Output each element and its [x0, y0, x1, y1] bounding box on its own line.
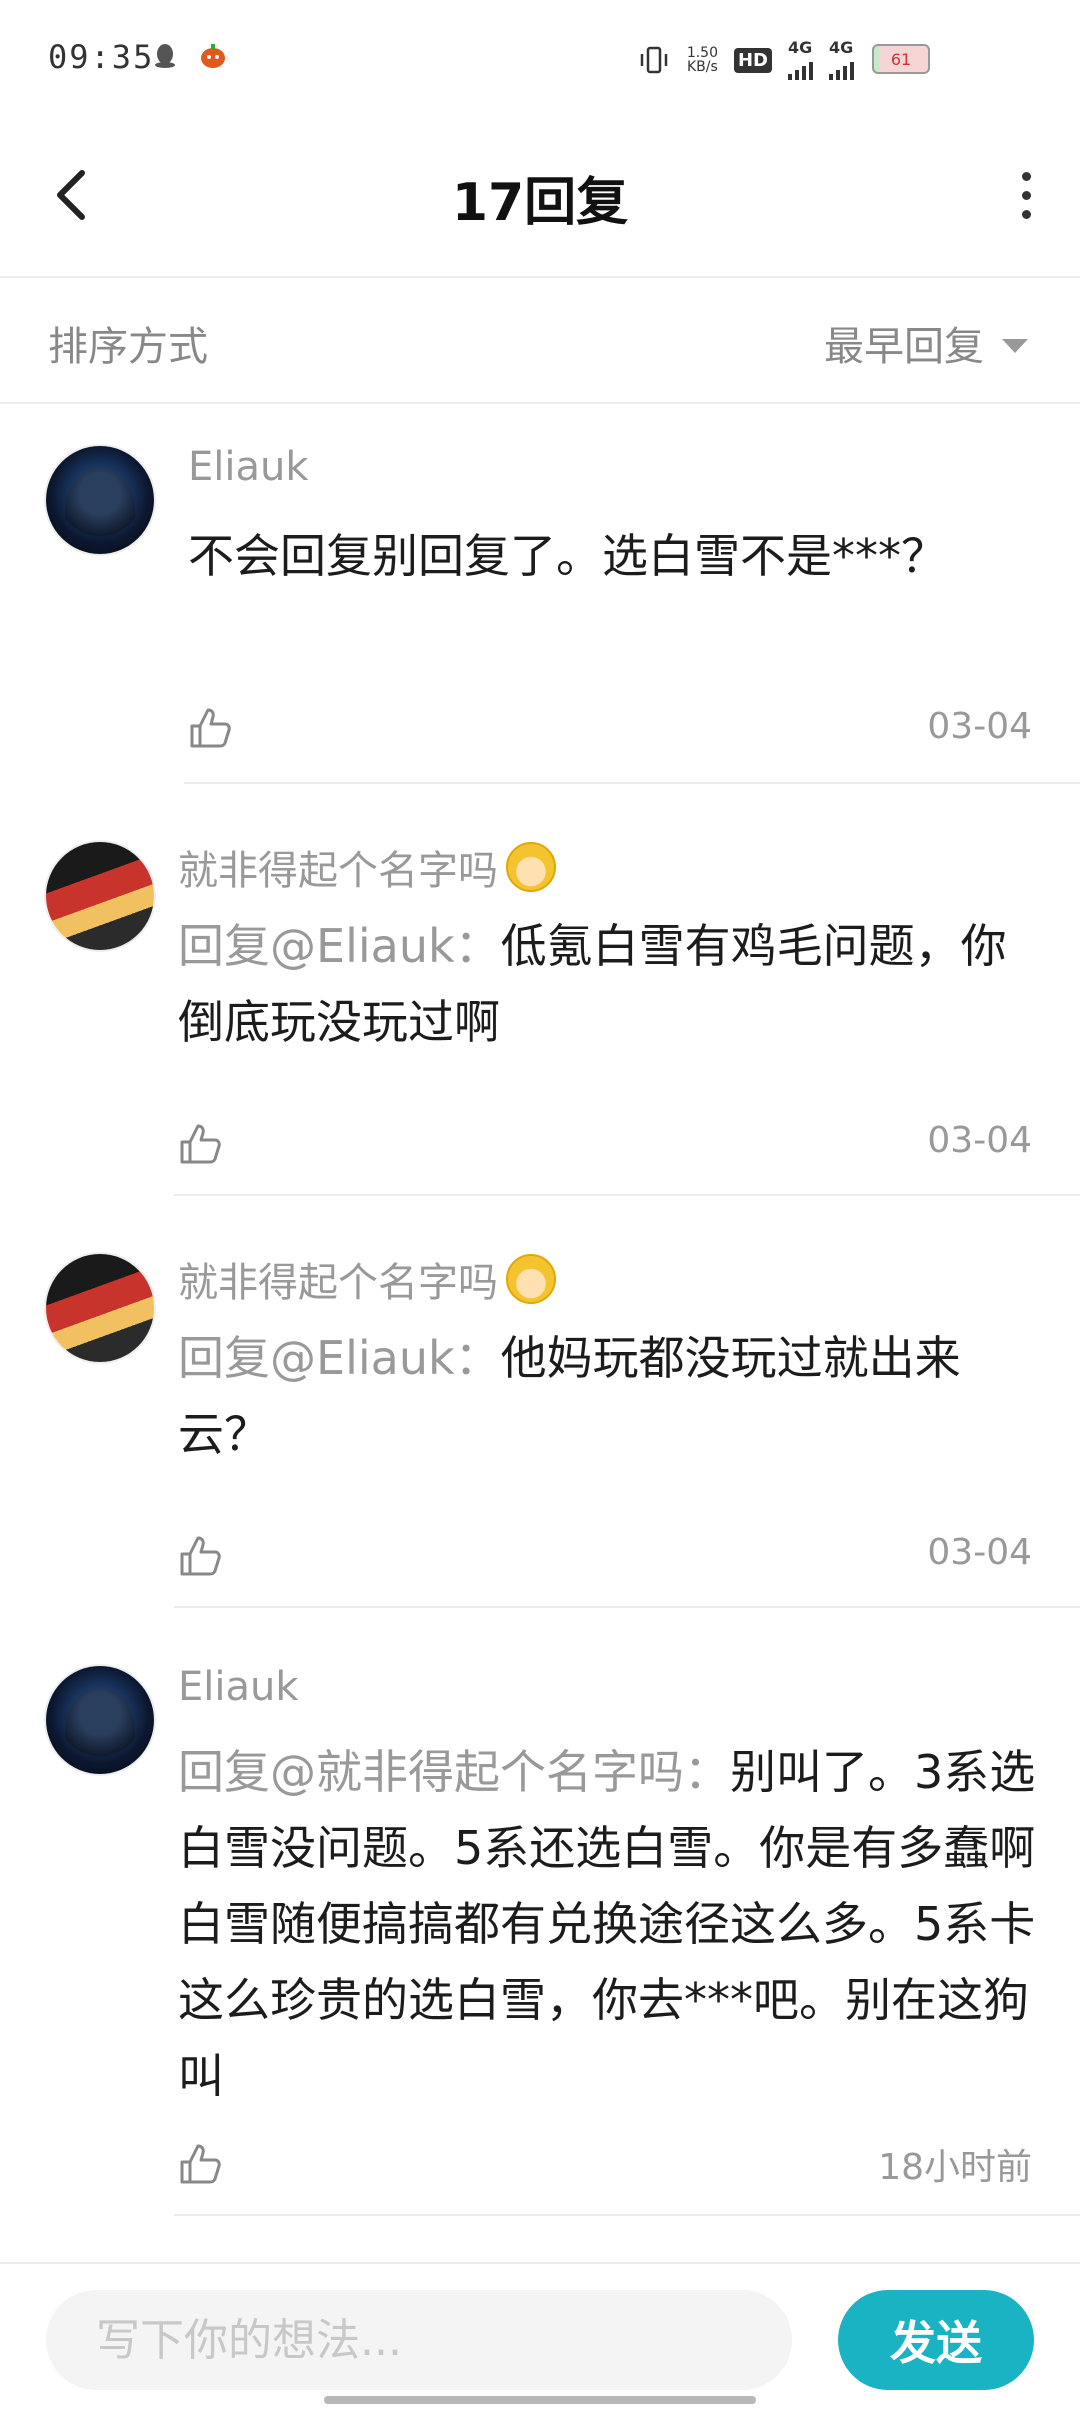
divider	[174, 2214, 1080, 2216]
signal-2: 4G	[829, 40, 854, 80]
thumbs-up-icon[interactable]	[178, 1122, 222, 1166]
sort-value-label: 最早回复	[824, 324, 984, 370]
reply-content: 回复@Eliauk：低氪白雪有鸡毛问题，你倒底玩没玩过啊	[178, 908, 1036, 1060]
sort-dropdown[interactable]: 最早回复	[824, 314, 1028, 372]
sort-label: 排序方式	[48, 324, 208, 370]
reply-username[interactable]: 就非得起个名字吗	[178, 1250, 556, 1308]
page-title: 17回复	[451, 173, 629, 233]
reply-content: 回复@Eliauk：他妈玩都没玩过就出来云？	[178, 1320, 1036, 1472]
reply-mention[interactable]: 回复@Eliauk：	[178, 919, 501, 973]
reply-list: Eliauk 不会回复别回复了。选白雪不是***？ 03-04 就非得起个名字吗…	[0, 404, 1080, 2258]
reply-text: 不会回复别回复了。选白雪不是***？	[188, 529, 947, 583]
status-time: 09:35	[48, 38, 155, 76]
home-indicator[interactable]	[324, 2396, 756, 2404]
signal-bars-icon	[788, 56, 813, 80]
thumbs-up-icon[interactable]	[178, 2142, 222, 2186]
reply-item: 就非得起个名字吗 回复@Eliauk：他妈玩都没玩过就出来云？ 03-04	[0, 1196, 1080, 1608]
vibrate-icon	[640, 46, 668, 74]
comment-input[interactable]	[46, 2290, 792, 2390]
avatar[interactable]	[46, 1666, 154, 1774]
reply-mention[interactable]: 回复@就非得起个名字吗：	[178, 1745, 730, 1799]
reply-date: 18小时前	[878, 2147, 1032, 2188]
reply-item: Eliauk 回复@就非得起个名字吗：别叫了。3系选白雪没问题。5系还选白雪。你…	[0, 1608, 1080, 2258]
signal-2-label: 4G	[829, 38, 854, 57]
reply-item: Eliauk 不会回复别回复了。选白雪不是***？ 03-04	[0, 404, 1080, 784]
reply-username[interactable]: Eliauk	[188, 444, 309, 490]
reply-content: 不会回复别回复了。选白雪不是***？	[188, 518, 1036, 594]
hd-volte-badge: HD	[733, 47, 772, 73]
pumpkin-app-icon	[201, 44, 225, 68]
battery-icon: 61	[872, 44, 930, 74]
avatar[interactable]	[46, 842, 154, 950]
reply-content: 回复@就非得起个名字吗：别叫了。3系选白雪没问题。5系还选白雪。你是有多蠢啊 白…	[178, 1734, 1036, 2114]
status-bar: 09:35 1.50 KB/s HD 4G 4G 61	[0, 0, 1080, 120]
more-options-button[interactable]	[996, 160, 1056, 230]
status-notification-icons	[150, 40, 228, 70]
dot-icon	[1021, 171, 1031, 181]
dot-icon	[1021, 209, 1031, 219]
reply-date: 03-04	[927, 1120, 1032, 1161]
qq-icon	[155, 44, 175, 68]
reply-username[interactable]: 就非得起个名字吗	[178, 838, 556, 896]
user-badge-icon	[506, 842, 556, 892]
signal-1-label: 4G	[788, 38, 813, 57]
username-text: Eliauk	[188, 444, 309, 490]
reply-date: 03-04	[927, 1532, 1032, 1573]
reply-item: 就非得起个名字吗 回复@Eliauk：低氪白雪有鸡毛问题，你倒底玩没玩过啊 03…	[0, 784, 1080, 1196]
reply-date: 03-04	[927, 706, 1032, 747]
send-button[interactable]: 发送	[838, 2290, 1034, 2390]
network-speed: 1.50 KB/s	[686, 45, 718, 75]
reply-username[interactable]: Eliauk	[178, 1664, 299, 1710]
avatar[interactable]	[46, 1254, 154, 1362]
thumbs-up-icon[interactable]	[188, 706, 232, 750]
reply-mention[interactable]: 回复@Eliauk：	[178, 1331, 501, 1385]
dot-icon	[1021, 190, 1031, 200]
user-badge-icon	[506, 1254, 556, 1304]
header: 17回复	[0, 120, 1080, 278]
caret-down-icon	[1002, 339, 1028, 353]
avatar[interactable]	[46, 446, 154, 554]
sort-bar: 排序方式 最早回复	[0, 278, 1080, 404]
thumbs-up-icon[interactable]	[178, 1534, 222, 1578]
signal-bars-icon	[829, 56, 854, 80]
username-text: 就非得起个名字吗	[178, 848, 498, 894]
username-text: Eliauk	[178, 1664, 299, 1710]
signal-1: 4G	[788, 40, 813, 80]
composer-bar: 发送	[0, 2262, 1080, 2410]
username-text: 就非得起个名字吗	[178, 1260, 498, 1306]
